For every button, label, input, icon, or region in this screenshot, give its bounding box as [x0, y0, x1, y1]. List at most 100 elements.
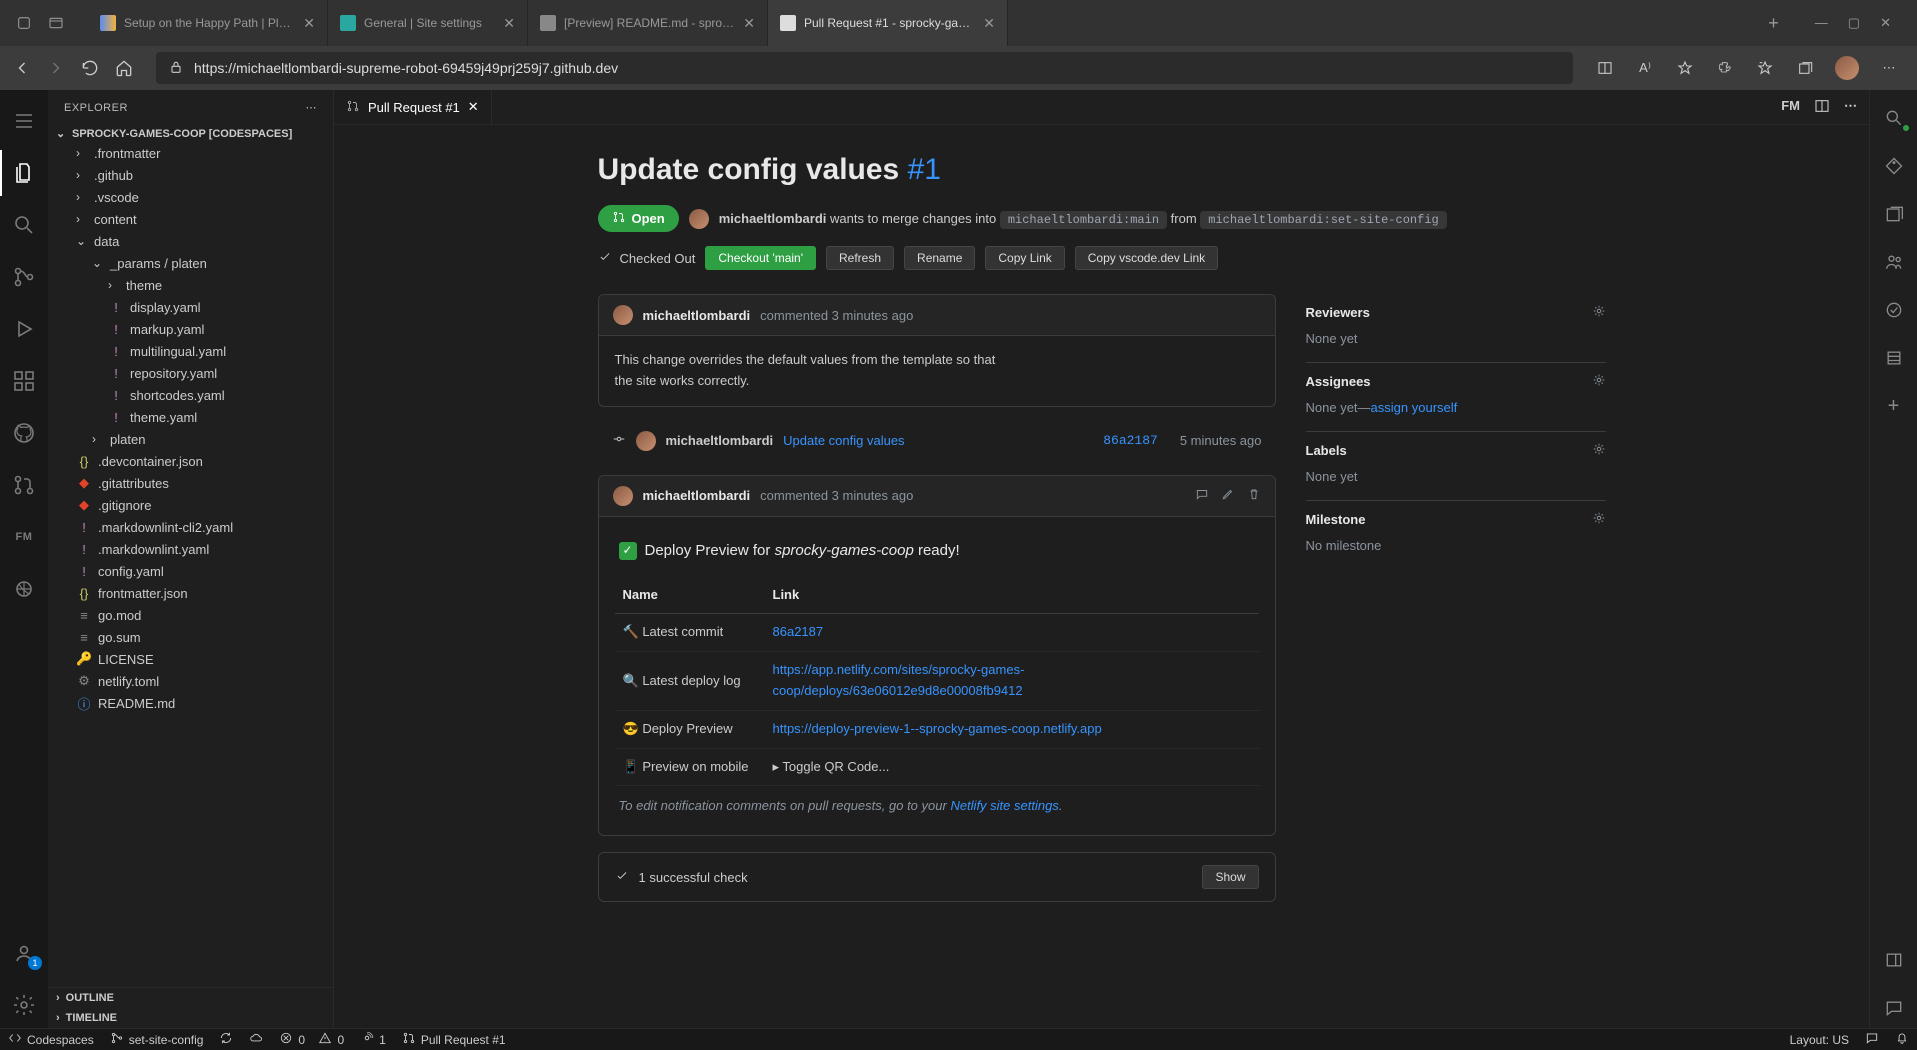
quote-icon[interactable]	[1195, 487, 1209, 504]
layout-status[interactable]: Layout: US	[1782, 1029, 1857, 1050]
checkout-main-button[interactable]: Checkout 'main'	[705, 246, 816, 270]
panel-toggle-icon[interactable]	[1870, 940, 1917, 980]
netlify-settings-link[interactable]: Netlify site settings	[950, 798, 1058, 813]
file-item[interactable]: !display.yaml	[48, 296, 333, 318]
copy-link-button[interactable]: Copy Link	[985, 246, 1064, 270]
folder-item[interactable]: ⌄data	[48, 230, 333, 252]
editor-more-icon[interactable]: ⋯	[1844, 98, 1857, 117]
favorites-icon[interactable]	[1755, 58, 1775, 78]
pr-status[interactable]: Pull Request #1	[394, 1029, 514, 1050]
refresh-button[interactable]: Refresh	[826, 246, 894, 270]
browser-tab[interactable]: Setup on the Happy Path | Platen✕	[88, 0, 328, 46]
file-item[interactable]: !multilingual.yaml	[48, 340, 333, 362]
close-tab-icon[interactable]: ✕	[468, 99, 479, 115]
run-debug-icon[interactable]	[0, 306, 48, 352]
layers-icon[interactable]	[1870, 194, 1917, 234]
feedback-status[interactable]	[1857, 1029, 1887, 1050]
file-item[interactable]: !repository.yaml	[48, 362, 333, 384]
folder-item[interactable]: ⌄_params / platen	[48, 252, 333, 274]
collections-icon[interactable]	[1795, 58, 1815, 78]
file-item[interactable]: !.markdownlint-cli2.yaml	[48, 516, 333, 538]
file-item[interactable]: !markup.yaml	[48, 318, 333, 340]
folder-item[interactable]: ›.frontmatter	[48, 142, 333, 164]
deploy-link[interactable]: https://app.netlify.com/sites/sprocky-ga…	[773, 662, 1025, 698]
delete-icon[interactable]	[1247, 487, 1261, 504]
gear-icon[interactable]	[1592, 442, 1606, 459]
codespaces-status[interactable]: Codespaces	[0, 1029, 102, 1050]
accounts-icon[interactable]: 1	[0, 930, 48, 976]
file-item[interactable]: {}frontmatter.json	[48, 582, 333, 604]
show-checks-button[interactable]: Show	[1202, 865, 1258, 889]
refresh-icon[interactable]	[80, 58, 100, 78]
edit-icon[interactable]	[1221, 487, 1235, 504]
browser-tab[interactable]: [Preview] README.md - sprocky…✕	[528, 0, 768, 46]
profile-avatar[interactable]	[1835, 56, 1859, 80]
new-tab-button[interactable]: +	[1754, 13, 1793, 34]
split-icon[interactable]	[1595, 58, 1615, 78]
search-side-icon[interactable]	[1870, 98, 1917, 138]
file-item[interactable]: ≡go.mod	[48, 604, 333, 626]
extensions-bar-icon[interactable]	[0, 358, 48, 404]
outline-section[interactable]: ›OUTLINE	[48, 988, 333, 1008]
browser-tab[interactable]: General | Site settings✕	[328, 0, 528, 46]
problems-status[interactable]: 0 0	[271, 1029, 352, 1050]
settings-gear-icon[interactable]	[0, 982, 48, 1028]
commit-sha[interactable]: 86a2187	[1103, 433, 1158, 448]
workspaces-icon[interactable]	[48, 15, 64, 31]
search-icon[interactable]	[0, 202, 48, 248]
pull-requests-icon[interactable]	[0, 462, 48, 508]
menu-icon[interactable]	[0, 98, 48, 144]
branch-status[interactable]: set-site-config	[102, 1029, 212, 1050]
close-tab-icon[interactable]: ✕	[983, 15, 995, 32]
more-icon[interactable]: ⋯	[1879, 58, 1899, 78]
file-item[interactable]: !config.yaml	[48, 560, 333, 582]
minimize-icon[interactable]: —	[1815, 15, 1828, 31]
explorer-more-icon[interactable]: ⋯	[306, 101, 318, 114]
preview-icon[interactable]	[1870, 290, 1917, 330]
deploy-link[interactable]: https://deploy-preview-1--sprocky-games-…	[773, 721, 1102, 736]
file-item[interactable]: !.markdownlint.yaml	[48, 538, 333, 560]
maximize-icon[interactable]: ▢	[1848, 15, 1860, 31]
personal-icon[interactable]	[16, 15, 32, 31]
timeline-section[interactable]: ›TIMELINE	[48, 1008, 333, 1028]
notifications-status[interactable]	[1887, 1029, 1917, 1050]
commit-title-link[interactable]: Update config values	[783, 433, 904, 448]
feedback-icon[interactable]	[1870, 988, 1917, 1028]
folder-item[interactable]: ›.github	[48, 164, 333, 186]
file-item[interactable]: ⓘREADME.md	[48, 692, 333, 714]
back-icon[interactable]	[12, 58, 32, 78]
gear-icon[interactable]	[1592, 373, 1606, 390]
sync-status[interactable]	[211, 1029, 241, 1050]
folder-item[interactable]: ›platen	[48, 428, 333, 450]
source-control-icon[interactable]	[0, 254, 48, 300]
close-tab-icon[interactable]: ✕	[503, 15, 515, 32]
gear-icon[interactable]	[1592, 304, 1606, 321]
fm-badge[interactable]: FM	[1781, 98, 1800, 117]
explorer-icon[interactable]	[0, 150, 48, 196]
file-item[interactable]: ◆.gitattributes	[48, 472, 333, 494]
live-server-icon[interactable]	[0, 566, 48, 612]
file-item[interactable]: ◆.gitignore	[48, 494, 333, 516]
database-icon[interactable]	[1870, 338, 1917, 378]
file-item[interactable]: !shortcodes.yaml	[48, 384, 333, 406]
people-icon[interactable]	[1870, 242, 1917, 282]
folder-item[interactable]: ›.vscode	[48, 186, 333, 208]
close-tab-icon[interactable]: ✕	[303, 15, 315, 32]
close-window-icon[interactable]: ✕	[1880, 15, 1891, 31]
github-icon[interactable]	[0, 410, 48, 456]
close-tab-icon[interactable]: ✕	[743, 15, 755, 32]
frontmatter-icon[interactable]: FM	[0, 514, 48, 560]
ports-status[interactable]: 1	[352, 1029, 394, 1050]
cloud-status[interactable]	[241, 1029, 271, 1050]
star-icon[interactable]	[1675, 58, 1695, 78]
browser-tab[interactable]: Pull Request #1 - sprocky-games…✕	[768, 0, 1008, 46]
editor-tab[interactable]: Pull Request #1 ✕	[334, 90, 492, 124]
deploy-link[interactable]: 86a2187	[773, 624, 824, 639]
split-editor-icon[interactable]	[1814, 98, 1830, 117]
read-aloud-icon[interactable]: A⁾	[1635, 58, 1655, 78]
file-item[interactable]: {}.devcontainer.json	[48, 450, 333, 472]
url-input[interactable]: https://michaeltlombardi-supreme-robot-6…	[156, 52, 1573, 84]
home-icon[interactable]	[114, 58, 134, 78]
tag-icon[interactable]	[1870, 146, 1917, 186]
rename-button[interactable]: Rename	[904, 246, 975, 270]
